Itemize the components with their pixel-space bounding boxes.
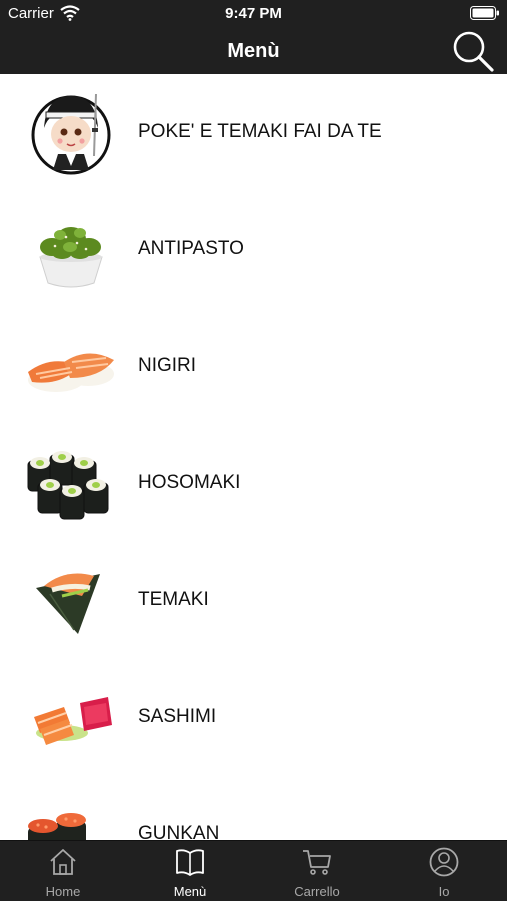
tab-label: Menù bbox=[173, 884, 207, 899]
tab-bar: Home Menù Carrello Io bbox=[0, 840, 507, 901]
menu-list: POKE' E TEMAKI FAI DA TE ANTIPASTO NIGIR… bbox=[0, 74, 507, 840]
menu-item-label: NIGIRI bbox=[138, 355, 197, 376]
menu-item-label: TEMAKI bbox=[138, 589, 209, 610]
tab-profile[interactable]: Io bbox=[381, 841, 507, 901]
search-icon bbox=[453, 31, 494, 72]
temaki-image bbox=[36, 573, 100, 634]
menu-item-label: SASHIMI bbox=[138, 706, 217, 727]
menu-item-sashimi[interactable]: SASHIMI bbox=[0, 659, 507, 776]
hosomaki-image bbox=[27, 451, 109, 520]
search-button[interactable] bbox=[448, 28, 496, 72]
tab-label: Home bbox=[45, 884, 81, 899]
battery-icon bbox=[470, 6, 499, 20]
menu-item-label: POKE' E TEMAKI FAI DA TE bbox=[138, 121, 382, 142]
book-icon bbox=[176, 849, 204, 876]
cart-icon bbox=[303, 850, 331, 875]
menu-item-hosomaki[interactable]: HOSOMAKI bbox=[0, 425, 507, 542]
user-icon bbox=[429, 847, 459, 877]
menu-item-label: ANTIPASTO bbox=[138, 238, 244, 259]
tab-menu[interactable]: Menù bbox=[127, 841, 253, 901]
gunkan-image bbox=[28, 813, 86, 840]
page-title: Menù bbox=[227, 40, 280, 62]
tab-label: Io bbox=[438, 884, 450, 899]
menu-item-nigiri[interactable]: NIGIRI bbox=[0, 308, 507, 425]
menu-item-label: HOSOMAKI bbox=[138, 472, 241, 493]
clock-time: 9:47 PM bbox=[225, 5, 282, 22]
menu-item-label: GUNKAN bbox=[138, 823, 220, 840]
sashimi-image bbox=[34, 697, 112, 745]
seaweed-salad-image bbox=[39, 227, 103, 288]
status-bar: Carrier 9:47 PM bbox=[0, 0, 507, 28]
menu-item-antipasto[interactable]: ANTIPASTO bbox=[0, 191, 507, 308]
menu-item-temaki[interactable]: TEMAKI bbox=[0, 542, 507, 659]
tab-home[interactable]: Home bbox=[0, 841, 126, 901]
nigiri-image bbox=[28, 353, 114, 392]
home-icon bbox=[50, 849, 76, 875]
chef-mascot-image bbox=[31, 93, 111, 175]
menu-item-gunkan[interactable]: GUNKAN bbox=[0, 776, 507, 840]
top-bar: Carrier 9:47 PM Menù bbox=[0, 0, 507, 74]
menu-item-poke[interactable]: POKE' E TEMAKI FAI DA TE bbox=[0, 74, 507, 191]
tab-label: Carrello bbox=[294, 884, 340, 899]
tab-cart[interactable]: Carrello bbox=[254, 841, 380, 901]
